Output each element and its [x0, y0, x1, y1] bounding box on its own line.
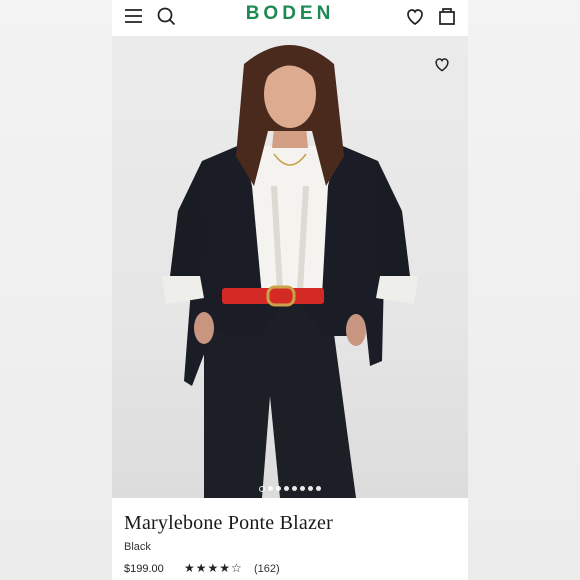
product-price: $199.00 [124, 563, 164, 575]
background-right [468, 0, 580, 580]
background-left [0, 0, 112, 580]
pagination-dot[interactable] [268, 486, 273, 491]
review-count-link[interactable]: (162) [254, 563, 280, 575]
gallery-pagination [112, 486, 468, 494]
heart-icon[interactable] [403, 4, 427, 28]
add-to-wishlist-heart-icon[interactable] [432, 54, 452, 74]
pagination-dot[interactable] [259, 486, 265, 492]
product-color: Black [124, 541, 151, 553]
product-title: Marylebone Ponte Blazer [124, 512, 333, 534]
shopping-bag-icon[interactable] [435, 4, 459, 28]
rating-stars: ★★★★☆ [184, 561, 243, 575]
pagination-dot[interactable] [308, 486, 313, 491]
pagination-dot[interactable] [300, 486, 305, 491]
pagination-dot[interactable] [316, 486, 321, 491]
pagination-dot[interactable] [292, 486, 297, 491]
product-info: Marylebone Ponte Blazer Black $199.00 ★★… [112, 498, 468, 580]
pagination-dot[interactable] [284, 486, 289, 491]
product-page: BODEN Marylebone Ponte Blazer Black $199… [112, 0, 468, 580]
top-nav-bar: BODEN [112, 0, 468, 34]
pagination-dot[interactable] [276, 486, 281, 491]
product-image[interactable] [112, 36, 468, 498]
model-photo [162, 45, 418, 498]
